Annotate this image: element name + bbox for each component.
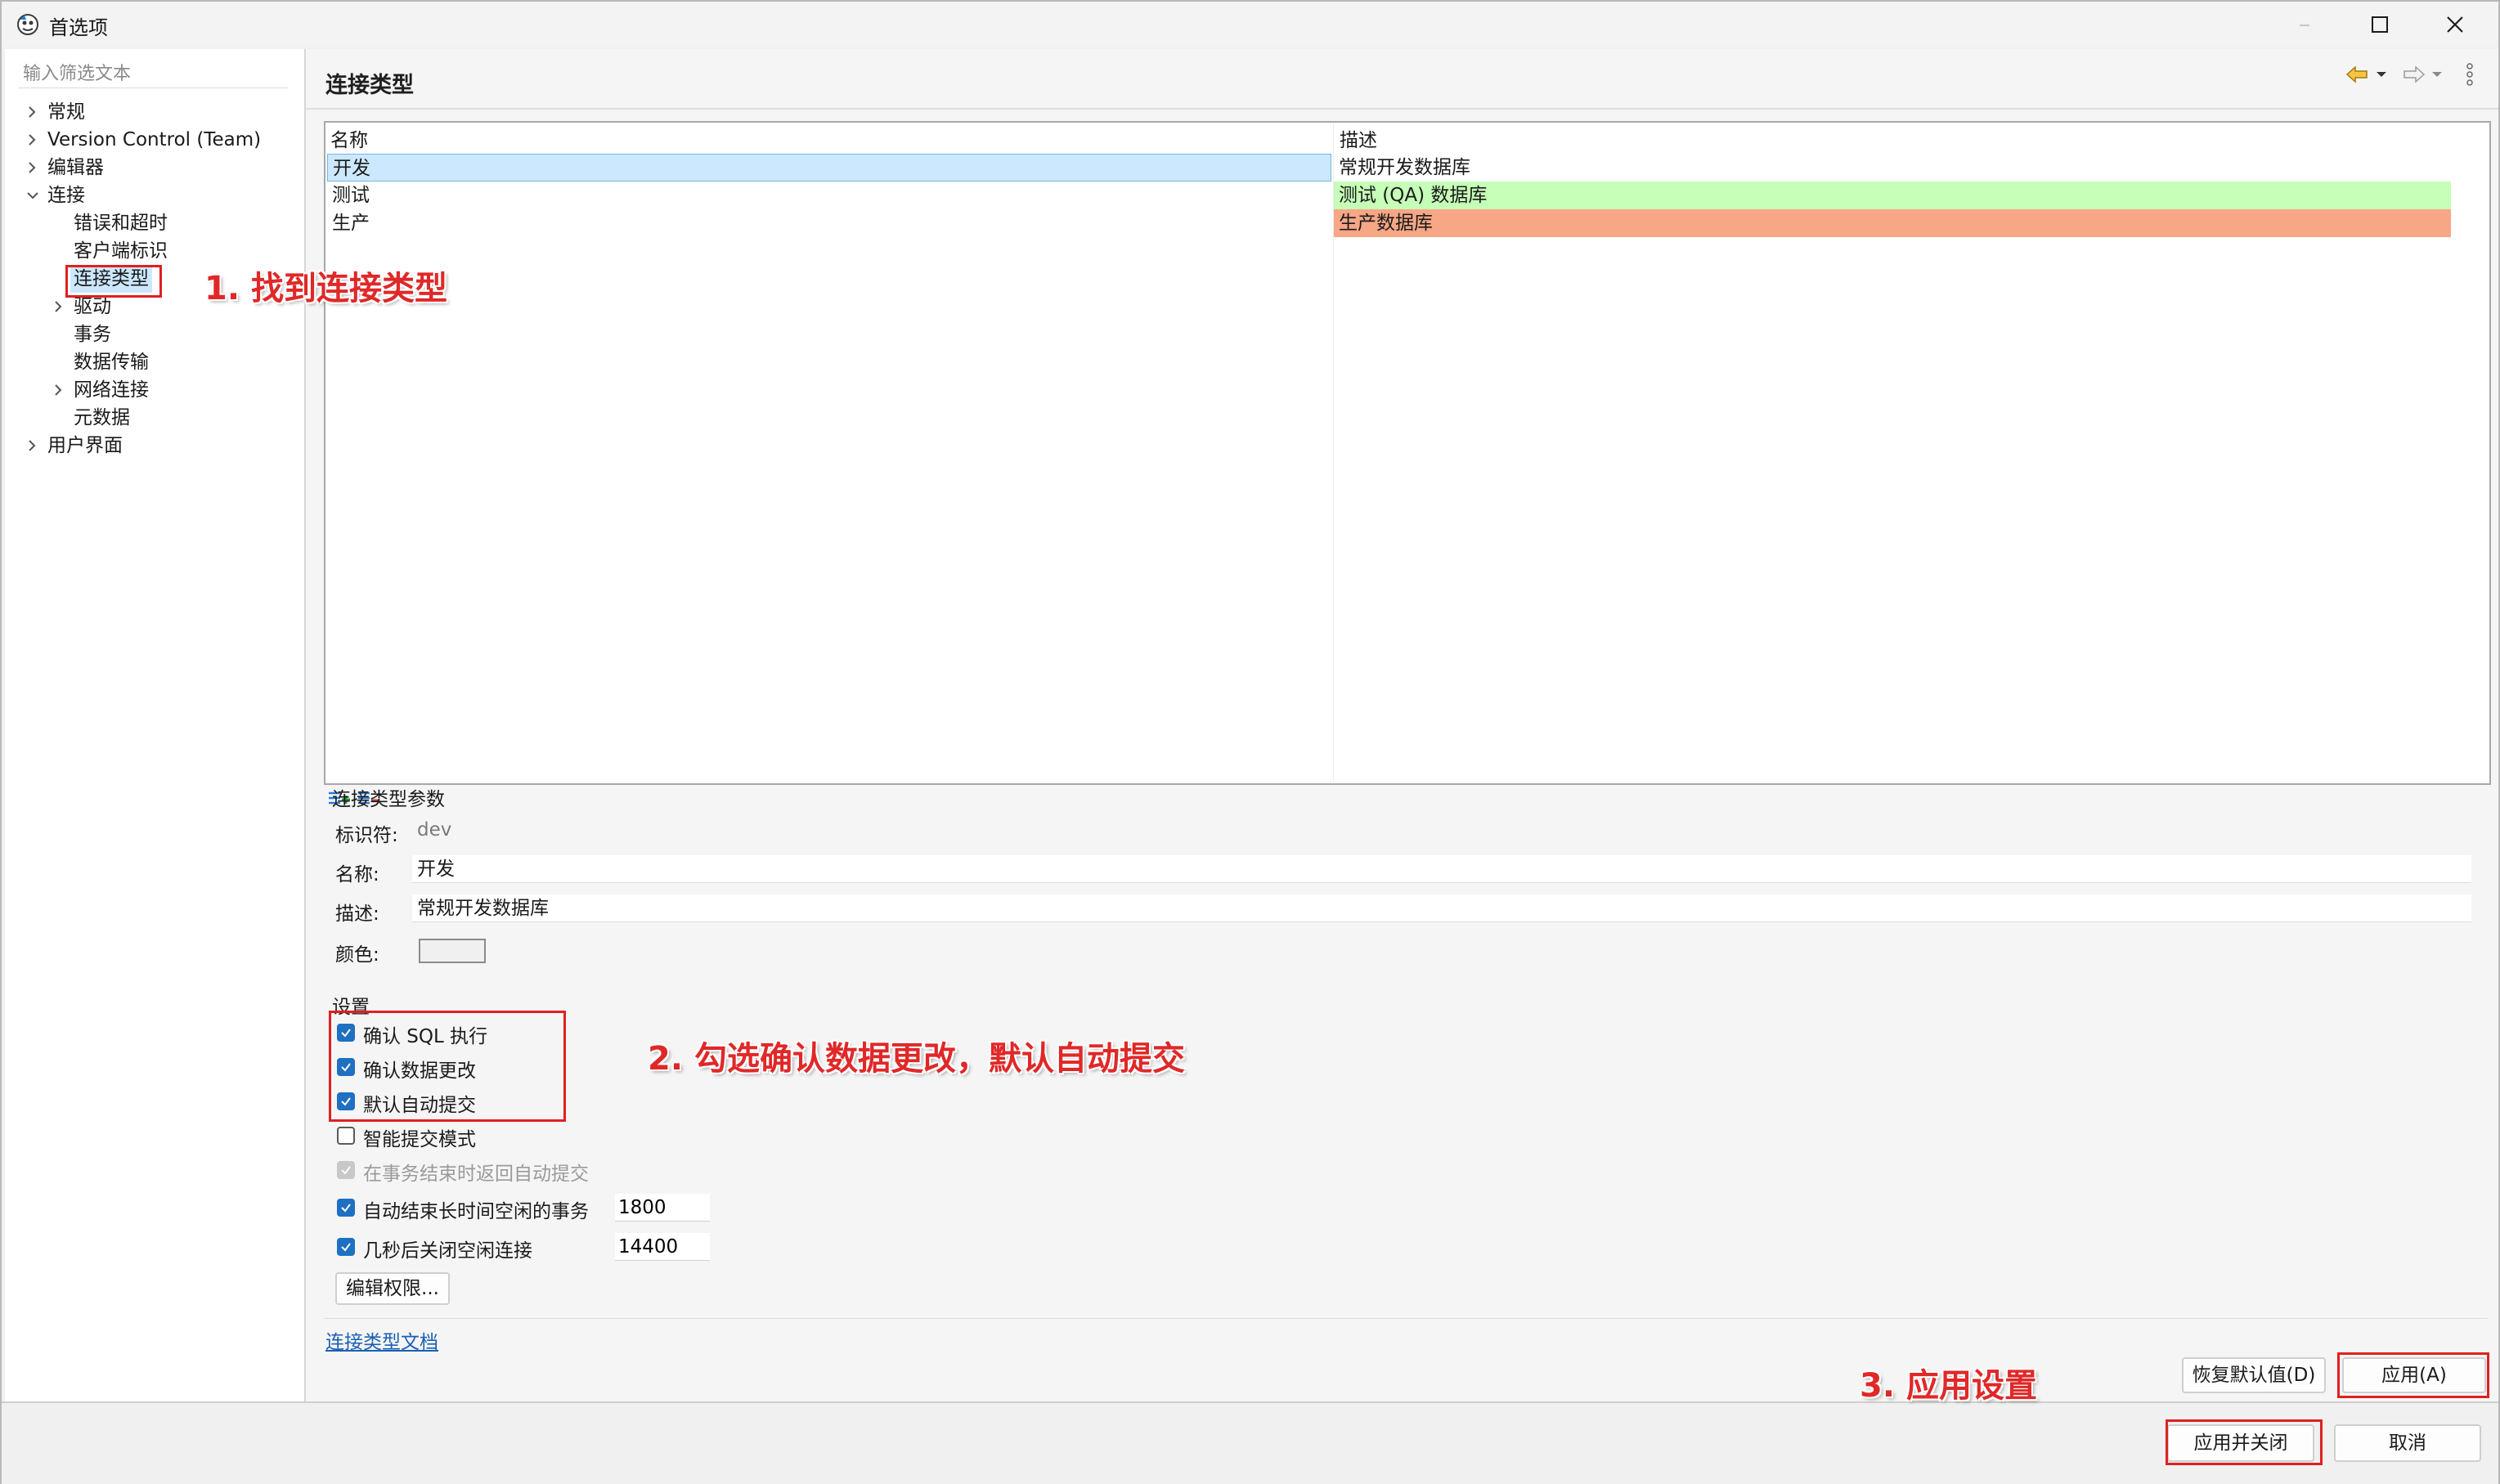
dbeaver-app-icon <box>17 14 38 35</box>
idle-connection-seconds-input[interactable] <box>615 1233 710 1261</box>
window-title: 首选项 <box>49 16 108 39</box>
tree-item-label: 元数据 <box>74 407 130 428</box>
table-row-name[interactable]: 生产 <box>327 209 1331 237</box>
table-row-name[interactable]: 测试 <box>327 182 1331 209</box>
annotation-step2: 2. 勾选确认数据更改，默认自动提交 <box>648 1040 1185 1078</box>
more-icon[interactable] <box>2465 62 2475 87</box>
preferences-tree-panel: 常规 Version Control (Team) 编辑器 连接 错误和超时 客… <box>5 49 306 1401</box>
table-row-description[interactable]: 常规开发数据库 <box>1334 154 2451 182</box>
preferences-window: 首选项 常规 Version Control (Team) <box>0 0 2500 1484</box>
connection-types-page: 连接类型 名称 描述 开发 常规开发数据库 测试 测试 (QA) 数据库 生产 … <box>306 49 2498 1401</box>
check-icon <box>341 1204 351 1213</box>
forward-dropdown-icon[interactable] <box>2430 67 2444 82</box>
params-group-label: 连接类型参数 <box>332 789 445 810</box>
tree-item-label: 数据传输 <box>74 352 149 373</box>
chevron-right-icon <box>29 106 36 118</box>
description-label: 描述: <box>335 903 379 925</box>
annotation-box-step2 <box>329 1011 566 1122</box>
annotation-step3: 3. 应用设置 <box>1860 1367 2037 1405</box>
tree-item-label: 用户界面 <box>47 435 123 456</box>
title-separator <box>306 108 2498 110</box>
check-icon <box>341 1166 351 1175</box>
tree-item-network[interactable]: 网络连接 <box>5 376 299 404</box>
name-field[interactable]: 开发 <box>412 855 2471 883</box>
name-label: 名称: <box>335 864 379 885</box>
color-label: 颜色: <box>335 944 379 966</box>
tree-item-version-control[interactable]: Version Control (Team) <box>5 126 299 154</box>
tree-item-transactions[interactable]: 事务 <box>5 321 299 348</box>
tree-item-user-interface[interactable]: 用户界面 <box>5 432 299 460</box>
connection-types-doc-link[interactable]: 连接类型文档 <box>325 1326 438 1354</box>
tree-item-label: 错误和超时 <box>74 213 168 234</box>
back-arrow-icon[interactable] <box>2344 64 2372 85</box>
table-row-description[interactable]: 测试 (QA) 数据库 <box>1334 182 2451 209</box>
annotation-box-step3b <box>2166 1419 2323 1465</box>
idle-transaction-seconds-input[interactable] <box>615 1194 710 1222</box>
maximize-button[interactable] <box>2342 2 2417 47</box>
chevron-down-icon <box>27 192 38 200</box>
annotation-step1: 1. 找到连接类型 <box>204 270 447 307</box>
tree-item-label: 客户端标识 <box>74 240 168 262</box>
title-bar: 首选项 <box>2 2 2498 47</box>
tree-item-label: 常规 <box>47 101 85 123</box>
settings-separator <box>324 1318 2488 1319</box>
tree-item-label: 编辑器 <box>47 157 104 178</box>
maximize-icon <box>2372 16 2388 33</box>
end-idle-transaction-label: 自动结束长时间空闲的事务 <box>363 1201 589 1222</box>
tree-item-label: 网络连接 <box>74 379 149 401</box>
tree-item-data-transfer[interactable]: 数据传输 <box>5 348 299 376</box>
tree-item-label: Version Control (Team) <box>47 129 262 150</box>
tree-item-label: 事务 <box>74 324 111 345</box>
forward-arrow-icon[interactable] <box>2399 64 2427 85</box>
annotation-box-step1 <box>65 265 162 298</box>
dialog-button-bar: 应用并关闭 取消 <box>2 1401 2498 1484</box>
edit-permissions-button[interactable]: 编辑权限... <box>335 1272 450 1305</box>
column-header-name[interactable]: 名称 <box>330 124 368 152</box>
close-idle-connection-checkbox[interactable] <box>337 1238 355 1256</box>
chevron-right-icon <box>55 384 62 396</box>
identifier-value: dev <box>417 819 452 841</box>
chevron-right-icon <box>29 440 36 451</box>
tree-item-label: 连接 <box>47 185 85 206</box>
chevron-right-icon <box>29 134 36 146</box>
close-button[interactable] <box>2417 2 2493 47</box>
minimize-button[interactable] <box>2267 2 2342 47</box>
annotation-box-step3a <box>2337 1352 2489 1398</box>
identifier-label: 标识符: <box>335 825 398 846</box>
tree-item-general[interactable]: 常规 <box>5 98 299 126</box>
tree-item-errors-timeouts[interactable]: 错误和超时 <box>5 209 299 237</box>
column-header-description[interactable]: 描述 <box>1340 124 1377 152</box>
page-title: 连接类型 <box>325 73 414 98</box>
tree-item-connections[interactable]: 连接 <box>5 182 299 209</box>
filter-input[interactable] <box>18 61 288 88</box>
cancel-button[interactable]: 取消 <box>2334 1424 2481 1462</box>
restore-defaults-button[interactable]: 恢复默认值(D) <box>2182 1357 2326 1393</box>
color-picker-button[interactable] <box>419 939 486 963</box>
check-icon <box>341 1243 351 1252</box>
chevron-right-icon <box>29 162 36 173</box>
close-icon <box>2447 16 2463 33</box>
smart-commit-label: 智能提交模式 <box>363 1129 476 1150</box>
minimize-icon <box>2300 25 2309 26</box>
table-row-description[interactable]: 生产数据库 <box>1334 209 2451 237</box>
tree-item-client-id[interactable]: 客户端标识 <box>5 237 299 265</box>
return-auto-commit-checkbox <box>337 1161 355 1179</box>
back-dropdown-icon[interactable] <box>2375 67 2388 82</box>
end-idle-transaction-checkbox[interactable] <box>337 1199 355 1217</box>
connection-types-table[interactable]: 名称 描述 开发 常规开发数据库 测试 测试 (QA) 数据库 生产 生产数据库 <box>324 121 2491 785</box>
chevron-right-icon <box>55 301 62 312</box>
tree-item-metadata[interactable]: 元数据 <box>5 404 299 432</box>
close-idle-connection-label: 几秒后关闭空闲连接 <box>363 1240 532 1262</box>
tree-item-editors[interactable]: 编辑器 <box>5 154 299 182</box>
description-field[interactable]: 常规开发数据库 <box>412 894 2471 922</box>
table-row-name[interactable]: 开发 <box>327 154 1331 182</box>
smart-commit-checkbox[interactable] <box>337 1127 355 1145</box>
return-auto-commit-label: 在事务结束时返回自动提交 <box>363 1163 589 1185</box>
